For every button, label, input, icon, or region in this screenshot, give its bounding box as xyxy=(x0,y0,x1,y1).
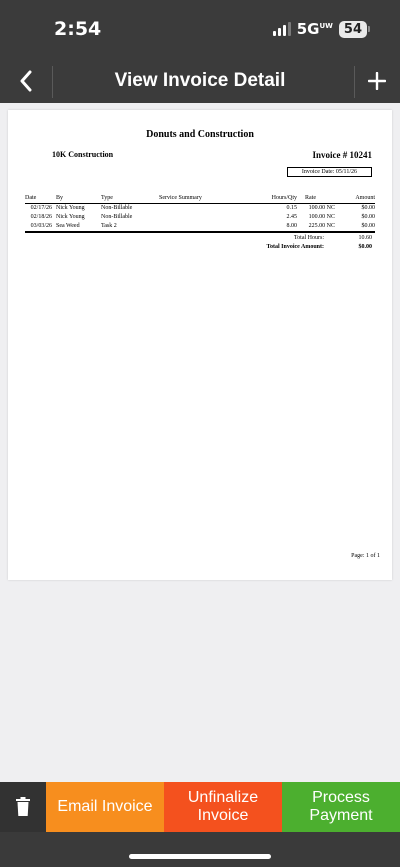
cell-by: Nick Young xyxy=(56,205,85,211)
totals-block: Total Hours: 10.60 Total Invoice Amount:… xyxy=(252,234,372,252)
cell-hours: 0.15 xyxy=(286,205,298,211)
col-rate: Rate xyxy=(297,194,335,204)
home-indicator-area xyxy=(0,832,400,867)
top-bar: 2:54 5GUW 54 View Invoice Detail xyxy=(0,0,400,103)
table-row: 02/17/26 Nick Young Non-Billable 0.15 10… xyxy=(25,204,375,214)
col-by: By xyxy=(56,194,101,204)
signal-icon xyxy=(272,22,291,36)
home-indicator[interactable] xyxy=(129,854,271,859)
table-row: 02/18/26 Nick Young Non-Billable 2.45 10… xyxy=(25,213,375,222)
add-button[interactable] xyxy=(354,60,400,102)
cell-type: Non-Billable xyxy=(101,214,133,220)
network-label: 5GUW xyxy=(296,20,333,38)
unfinalize-invoice-button[interactable]: Unfinalize Invoice xyxy=(164,782,282,832)
cell-rate: 225.00 NC xyxy=(297,222,335,233)
cell-rate: 100.00 NC xyxy=(308,214,335,220)
line-items-table: Date By Type Service Summary Hours/Qty R… xyxy=(25,194,375,233)
total-hours-label: Total Hours: xyxy=(293,235,324,241)
total-hours-value: 10.60 xyxy=(358,235,373,241)
nav-divider xyxy=(52,66,53,98)
cell-amount: $0.00 xyxy=(361,214,376,220)
company-name: Donuts and Construction xyxy=(146,129,254,140)
page-title: View Invoice Detail xyxy=(114,70,286,91)
cell-summary xyxy=(159,204,259,214)
col-date: Date xyxy=(25,194,56,204)
cell-by: Nick Young xyxy=(56,214,85,220)
cell-type: Non-Billable xyxy=(101,205,133,211)
client-name: 10K Construction xyxy=(52,150,114,159)
cell-date: 03/03/26 xyxy=(25,222,56,233)
invoice-document: Donuts and Construction 10K Construction… xyxy=(8,110,392,580)
col-amount: Amount xyxy=(335,194,375,204)
trash-icon xyxy=(16,797,30,816)
process-payment-button[interactable]: Process Payment xyxy=(282,782,400,832)
cell-hours: 2.45 xyxy=(286,214,298,220)
col-summary: Service Summary xyxy=(159,194,259,204)
invoice-number: Invoice # 10241 xyxy=(312,150,373,160)
cell-hours: 8.00 xyxy=(259,222,297,233)
status-indicators: 5GUW 54 xyxy=(272,20,370,38)
invoice-date: Invoice Date: 05/11/26 xyxy=(286,167,372,177)
total-amount-value: $0.00 xyxy=(358,244,373,250)
cell-amount: $0.00 xyxy=(361,205,376,211)
action-bar: Email Invoice Unfinalize Invoice Process P… xyxy=(0,782,400,832)
battery-icon: 54 xyxy=(338,20,370,38)
email-invoice-button[interactable]: Email Invoice xyxy=(46,782,164,832)
table-header: Date By Type Service Summary Hours/Qty R… xyxy=(25,194,375,204)
delete-button[interactable] xyxy=(0,782,46,832)
cell-amount: $0.00 xyxy=(335,222,375,233)
col-hours: Hours/Qty xyxy=(259,194,297,204)
cell-by: Sea Weed xyxy=(56,222,101,233)
page-number: Page: 1 of 1 xyxy=(351,553,380,559)
cell-rate: 100.00 NC xyxy=(308,205,335,211)
cell-summary xyxy=(159,222,259,233)
cell-type: Task 2 xyxy=(101,222,159,233)
back-button[interactable] xyxy=(0,60,52,102)
plus-icon xyxy=(368,72,386,90)
cell-date: 02/17/26 xyxy=(30,205,52,211)
chevron-left-icon xyxy=(20,70,32,92)
table-row: 03/03/26 Sea Weed Task 2 8.00 225.00 NC … xyxy=(25,222,375,233)
col-type: Type xyxy=(101,194,159,204)
total-amount-label: Total Invoice Amount: xyxy=(266,244,324,250)
status-time: 2:54 xyxy=(54,18,102,40)
cell-summary xyxy=(159,213,259,222)
cell-date: 02/18/26 xyxy=(30,214,52,220)
